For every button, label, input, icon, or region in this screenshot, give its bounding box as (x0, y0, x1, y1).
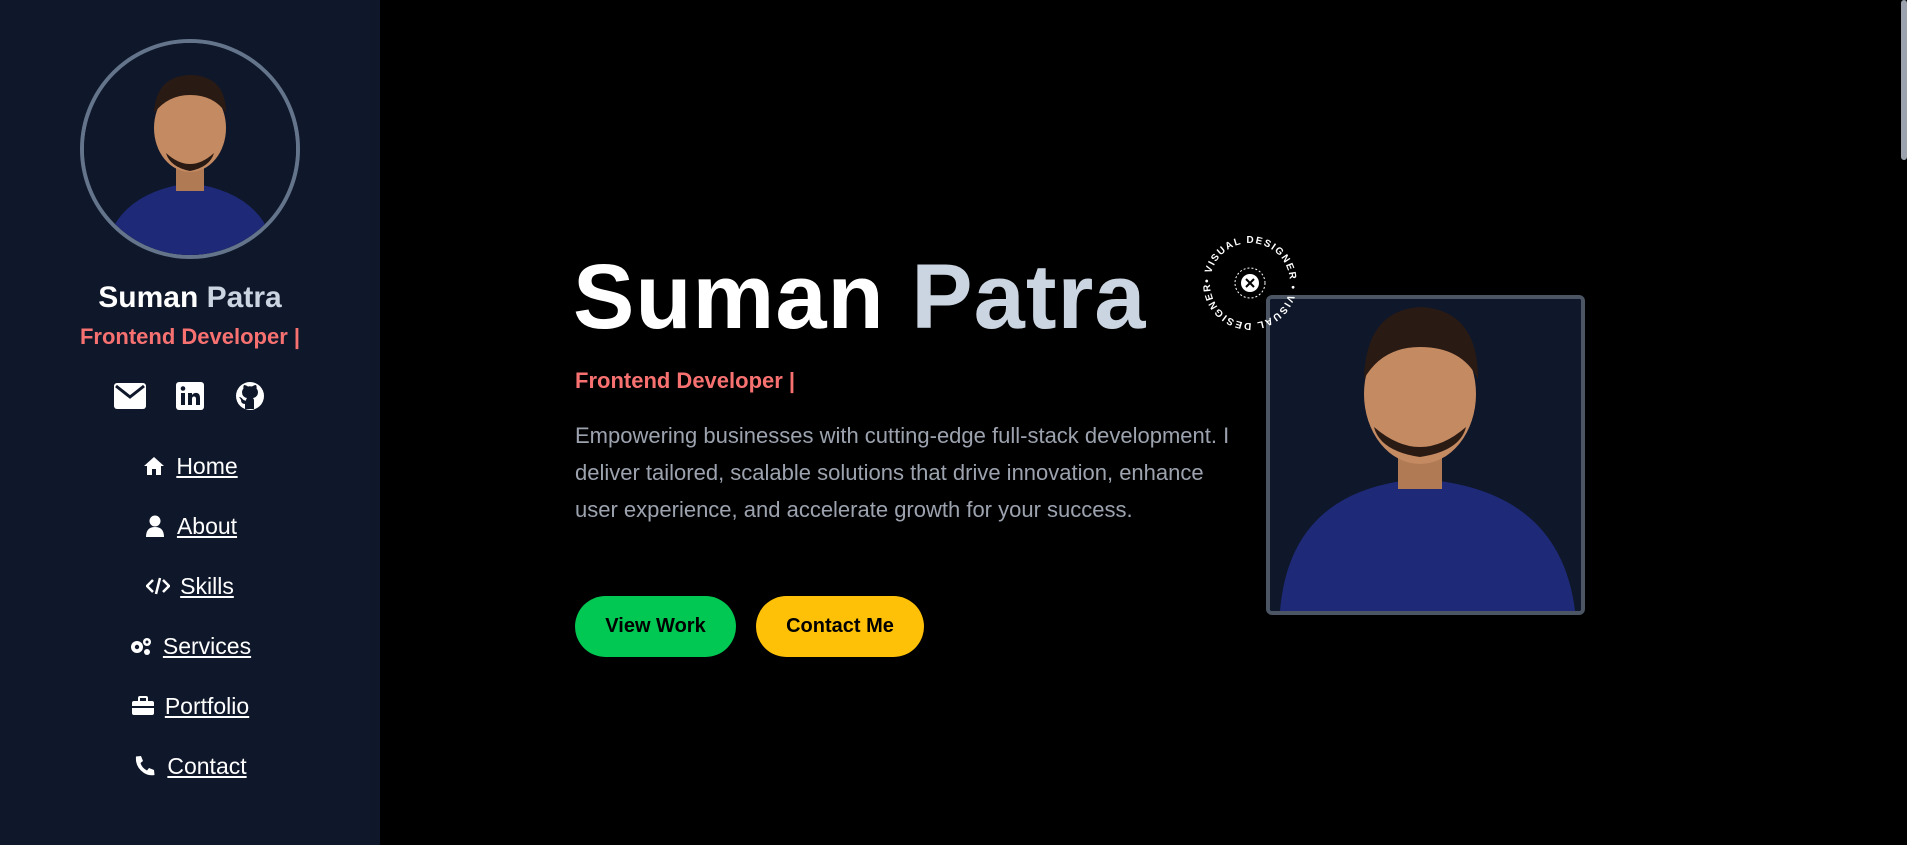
nav-item-home[interactable]: Home (0, 436, 380, 496)
hero-first-name: Suman (573, 246, 885, 348)
envelope-icon (114, 383, 146, 409)
sidebar-first-name: Suman (98, 281, 199, 314)
sidebar-nav: Home About Skills Services Portfolio Con… (0, 436, 380, 796)
hero-description: Empowering businesses with cutting-edge … (575, 423, 1230, 522)
sidebar-name: Suman Patra (0, 281, 380, 315)
briefcase-icon (131, 694, 155, 718)
hero-last-name: Patra (911, 246, 1147, 348)
contact-me-button[interactable]: Contact Me (756, 596, 924, 657)
page-scrollbar[interactable] (1901, 0, 1907, 160)
email-link[interactable] (114, 380, 146, 412)
home-icon (142, 454, 166, 478)
nav-item-contact[interactable]: Contact (0, 736, 380, 796)
nav-label-home: Home (176, 452, 238, 479)
phone-icon (133, 754, 157, 778)
view-work-button[interactable]: View Work (575, 596, 736, 657)
nav-label-contact: Contact (167, 752, 247, 779)
linkedin-icon (176, 382, 204, 410)
social-links (0, 380, 380, 412)
user-icon (143, 514, 167, 538)
nav-label-about: About (176, 512, 238, 539)
nav-item-portfolio[interactable]: Portfolio (0, 676, 380, 736)
github-link[interactable] (234, 380, 266, 412)
sidebar-avatar (80, 39, 300, 259)
sidebar-last-name: Patra (206, 281, 282, 314)
nav-item-about[interactable]: About (0, 496, 380, 556)
sidebar: Suman Patra Frontend Developer | Home Ab… (0, 0, 380, 845)
nav-label-skills: Skills (180, 572, 234, 599)
hero-role: Frontend Developer | (575, 368, 796, 393)
gears-icon (129, 634, 153, 658)
sidebar-role: Frontend Developer | (79, 324, 301, 349)
nav-label-portfolio: Portfolio (164, 692, 250, 719)
linkedin-link[interactable] (174, 380, 206, 412)
code-icon (146, 574, 171, 598)
visual-designer-badge: • VISUAL DESIGNER • VISUAL DESIGNER (1195, 228, 1305, 338)
hero-title: Suman Patra (573, 245, 1146, 350)
nav-item-services[interactable]: Services (0, 616, 380, 676)
nav-label-services: Services (162, 632, 252, 659)
nav-item-skills[interactable]: Skills (0, 556, 380, 616)
hero-photo (1266, 295, 1585, 615)
github-icon (236, 382, 264, 410)
